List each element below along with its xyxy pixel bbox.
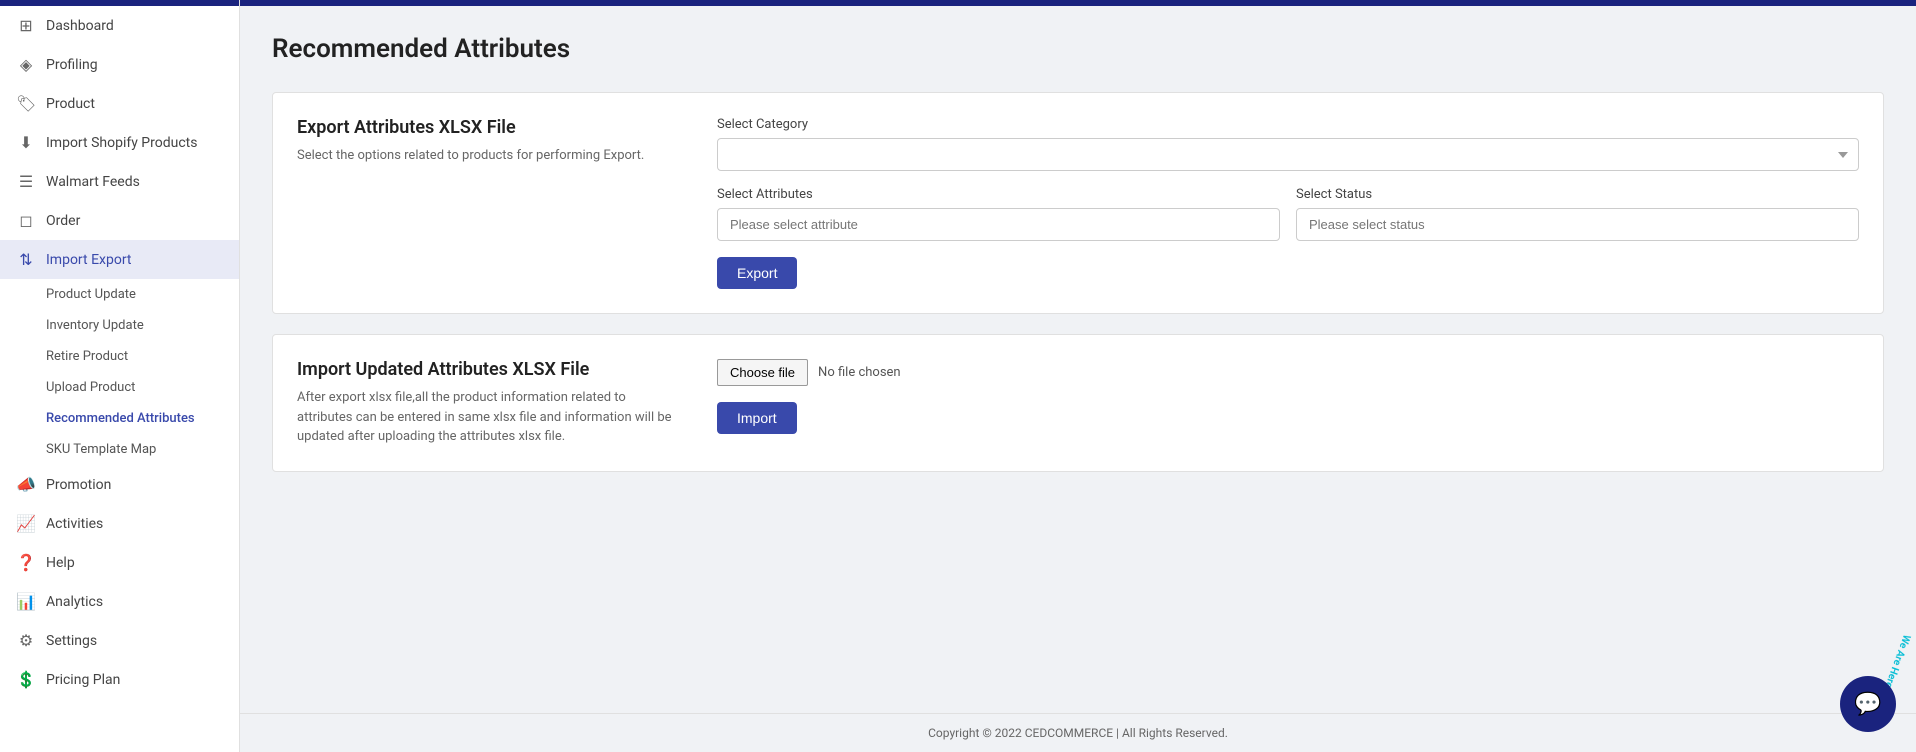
sidebar-item-label: Product bbox=[46, 96, 95, 112]
select-status-group: Select Status bbox=[1296, 187, 1859, 241]
pricing-plan-icon: 💲 bbox=[16, 670, 36, 689]
settings-icon: ⚙ bbox=[16, 631, 36, 650]
sidebar-item-product[interactable]: 🏷 Product bbox=[0, 84, 239, 123]
sidebar-item-order[interactable]: ◻ Order bbox=[0, 201, 239, 240]
chat-bubble[interactable]: 💬 bbox=[1840, 676, 1896, 732]
import-card: Import Updated Attributes XLSX File Afte… bbox=[272, 334, 1884, 472]
sidebar-item-label: Help bbox=[46, 555, 75, 571]
import-button[interactable]: Import bbox=[717, 402, 797, 434]
footer: Copyright © 2022 CEDCOMMERCE | All Right… bbox=[240, 713, 1916, 752]
main-content: Recommended Attributes Export Attributes… bbox=[240, 0, 1916, 752]
sidebar-item-dashboard[interactable]: ⊞ Dashboard bbox=[0, 6, 239, 45]
profiling-icon: ◈ bbox=[16, 55, 36, 74]
export-button[interactable]: Export bbox=[717, 257, 797, 289]
sidebar-item-label: Pricing Plan bbox=[46, 672, 120, 688]
select-category-label: Select Category bbox=[717, 117, 1859, 132]
sidebar-item-label: Profiling bbox=[46, 57, 98, 73]
attributes-status-row: Select Attributes Select Status bbox=[717, 187, 1859, 257]
sidebar-subitem-inventory-update[interactable]: Inventory Update bbox=[0, 310, 239, 341]
choose-file-button[interactable]: Choose file bbox=[717, 359, 808, 386]
sidebar-item-activities[interactable]: 📈 Activities bbox=[0, 504, 239, 543]
subitem-label: SKU Template Map bbox=[46, 442, 156, 457]
help-icon: ❓ bbox=[16, 553, 36, 572]
sidebar-item-help[interactable]: ❓ Help bbox=[0, 543, 239, 582]
order-icon: ◻ bbox=[16, 211, 36, 230]
export-card: Export Attributes XLSX File Select the o… bbox=[272, 92, 1884, 314]
select-category-group: Select Category bbox=[717, 117, 1859, 171]
import-export-icon: ⇅ bbox=[16, 250, 36, 269]
page-title: Recommended Attributes bbox=[272, 34, 1884, 64]
sidebar-item-label: Analytics bbox=[46, 594, 103, 610]
sidebar-subitem-product-update[interactable]: Product Update bbox=[0, 279, 239, 310]
sidebar-item-label: Walmart Feeds bbox=[46, 174, 140, 190]
subitem-label: Inventory Update bbox=[46, 318, 144, 333]
subitem-label: Product Update bbox=[46, 287, 136, 302]
no-file-chosen-text: No file chosen bbox=[818, 365, 901, 380]
dashboard-icon: ⊞ bbox=[16, 16, 36, 35]
sidebar-item-label: Activities bbox=[46, 516, 103, 532]
sidebar-item-profiling[interactable]: ◈ Profiling bbox=[0, 45, 239, 84]
import-section-title: Import Updated Attributes XLSX File bbox=[297, 359, 677, 380]
file-input-row: Choose file No file chosen bbox=[717, 359, 1859, 386]
subitem-label: Recommended Attributes bbox=[46, 411, 195, 426]
select-attributes-group: Select Attributes bbox=[717, 187, 1280, 241]
sidebar-item-walmart-feeds[interactable]: ☰ Walmart Feeds bbox=[0, 162, 239, 201]
import-shopify-icon: ⬇ bbox=[16, 133, 36, 152]
select-category-dropdown[interactable] bbox=[717, 138, 1859, 171]
sidebar-item-label: Settings bbox=[46, 633, 97, 649]
sidebar-item-label: Promotion bbox=[46, 477, 111, 493]
walmart-feeds-icon: ☰ bbox=[16, 172, 36, 191]
sidebar-subitem-retire-product[interactable]: Retire Product bbox=[0, 341, 239, 372]
sidebar-item-analytics[interactable]: 📊 Analytics bbox=[0, 582, 239, 621]
analytics-icon: 📊 bbox=[16, 592, 36, 611]
sidebar-item-settings[interactable]: ⚙ Settings bbox=[0, 621, 239, 660]
sidebar-item-label: Import Shopify Products bbox=[46, 135, 197, 151]
sidebar-item-label: Dashboard bbox=[46, 18, 114, 34]
import-section-desc: After export xlsx file,all the product i… bbox=[297, 388, 677, 447]
export-card-left: Export Attributes XLSX File Select the o… bbox=[297, 117, 677, 289]
sidebar-submenu: Product Update Inventory Update Retire P… bbox=[0, 279, 239, 465]
content-area: Recommended Attributes Export Attributes… bbox=[240, 6, 1916, 713]
subitem-label: Upload Product bbox=[46, 380, 135, 395]
sidebar-item-label: Import Export bbox=[46, 252, 131, 268]
sidebar-item-pricing-plan[interactable]: 💲 Pricing Plan bbox=[0, 660, 239, 699]
product-icon: 🏷 bbox=[16, 94, 36, 113]
sidebar-item-promotion[interactable]: 📣 Promotion bbox=[0, 465, 239, 504]
sidebar-item-import-export[interactable]: ⇅ Import Export bbox=[0, 240, 239, 279]
sidebar-item-label: Order bbox=[46, 213, 80, 229]
promotion-icon: 📣 bbox=[16, 475, 36, 494]
sidebar-subitem-recommended-attributes[interactable]: Recommended Attributes bbox=[0, 403, 239, 434]
activities-icon: 📈 bbox=[16, 514, 36, 533]
import-card-right: Choose file No file chosen Import bbox=[717, 359, 1859, 447]
select-attributes-input[interactable] bbox=[717, 208, 1280, 241]
sidebar-item-import-shopify[interactable]: ⬇ Import Shopify Products bbox=[0, 123, 239, 162]
footer-copyright: Copyright © 2022 CEDCOMMERCE | All Right… bbox=[928, 726, 1228, 740]
import-card-left: Import Updated Attributes XLSX File Afte… bbox=[297, 359, 677, 447]
export-card-right: Select Category Select Attributes Select… bbox=[717, 117, 1859, 289]
export-section-desc: Select the options related to products f… bbox=[297, 146, 677, 166]
sidebar-subitem-sku-template-map[interactable]: SKU Template Map bbox=[0, 434, 239, 465]
sidebar: ⊞ Dashboard ◈ Profiling 🏷 Product ⬇ Impo… bbox=[0, 0, 240, 752]
select-status-input[interactable] bbox=[1296, 208, 1859, 241]
select-attributes-label: Select Attributes bbox=[717, 187, 1280, 202]
chat-icon: 💬 bbox=[1854, 692, 1881, 717]
sidebar-subitem-upload-product[interactable]: Upload Product bbox=[0, 372, 239, 403]
export-section-title: Export Attributes XLSX File bbox=[297, 117, 677, 138]
select-status-label: Select Status bbox=[1296, 187, 1859, 202]
subitem-label: Retire Product bbox=[46, 349, 128, 364]
